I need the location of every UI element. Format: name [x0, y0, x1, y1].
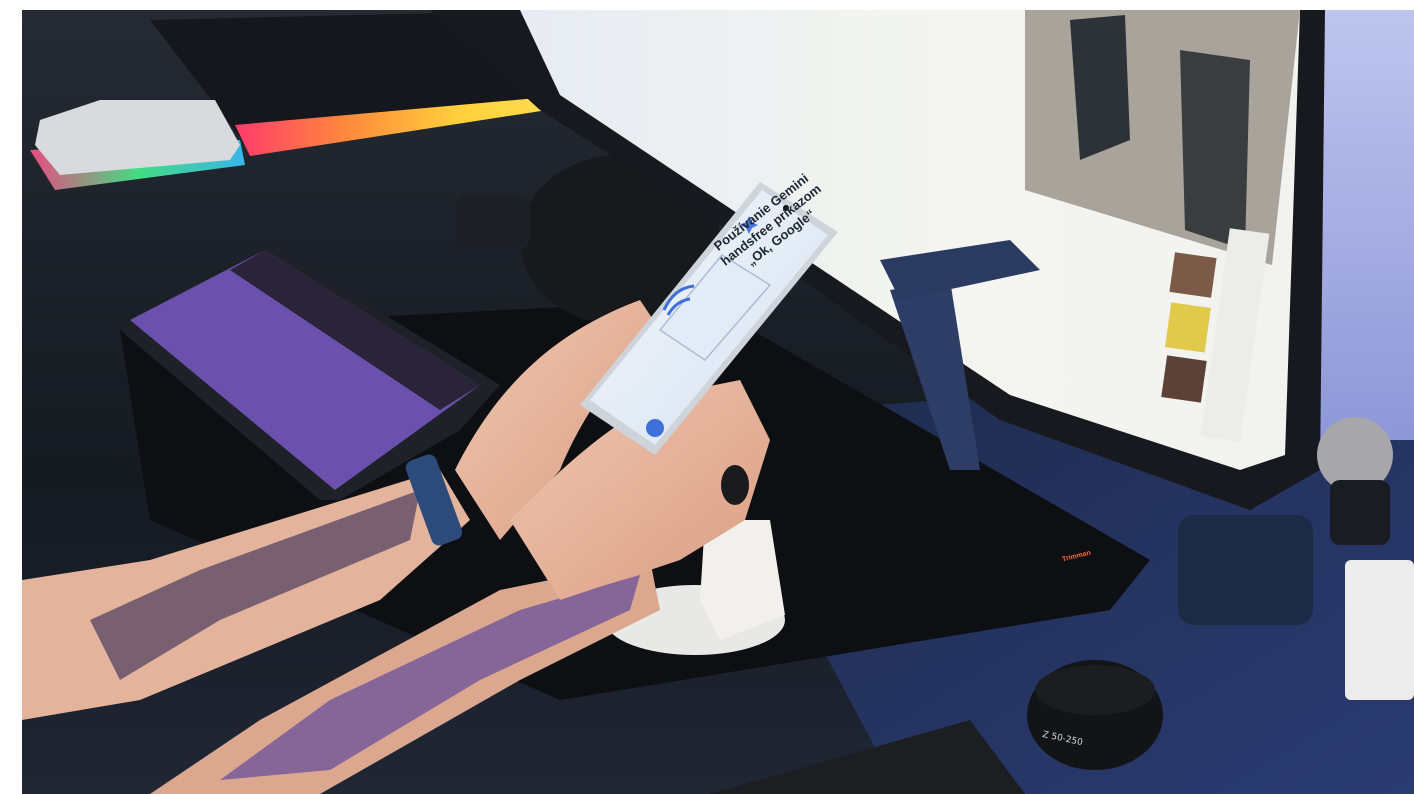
video-person-left [1070, 15, 1130, 160]
video-thumb-3 [1161, 355, 1207, 403]
white-mini-pc [1345, 560, 1414, 700]
desk-scene-photo [0, 0, 1414, 794]
video-person-right [1180, 50, 1250, 250]
speaker-stand [455, 195, 530, 250]
finger-ring [721, 465, 749, 505]
camera-lens-cap [1035, 665, 1155, 715]
video-thumb-2 [1164, 302, 1211, 353]
earbuds-case [1178, 515, 1313, 625]
phone-next-button [646, 419, 664, 437]
frame-left-border [0, 0, 22, 794]
video-thumb-1 [1169, 252, 1217, 298]
mic-body [1330, 480, 1390, 545]
frame-top-border [0, 0, 1414, 10]
